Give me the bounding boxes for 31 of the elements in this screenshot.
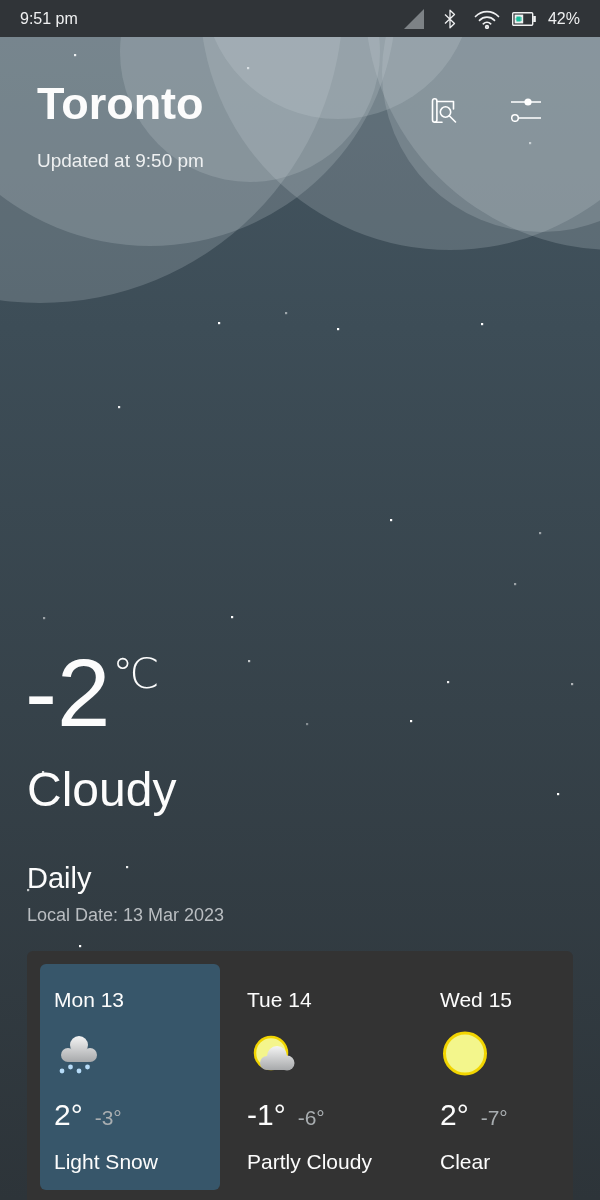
low-temperature: -6° — [297, 1105, 325, 1131]
city-name: Toronto — [37, 77, 204, 131]
day-label: Tue 14 — [247, 987, 312, 1013]
day-condition: Partly Cloudy — [247, 1149, 372, 1175]
map-search-icon[interactable] — [431, 97, 457, 124]
high-temperature: 2° — [54, 1097, 83, 1133]
day-forecast-item[interactable]: Mon 13 2° -3° Light Snow — [40, 964, 220, 1190]
weather-condition: Cloudy — [27, 762, 177, 818]
updated-time: Updated at 9:50 pm — [37, 149, 204, 173]
wifi-icon — [473, 8, 500, 29]
day-label: Wed 15 — [440, 987, 512, 1013]
sun-icon — [440, 1029, 488, 1077]
day-label: Mon 13 — [54, 987, 125, 1013]
low-temperature: -3° — [94, 1105, 122, 1131]
local-date: Local Date: 13 Mar 2023 — [27, 904, 225, 927]
temperature-unit: ℃ — [112, 652, 160, 696]
day-forecast-item[interactable]: Tue 14 -1° -6° Partly Cloudy — [233, 964, 413, 1190]
settings-icon[interactable] — [511, 98, 541, 122]
status-time: 9:51 pm — [20, 9, 78, 27]
current-temperature: -2 — [25, 645, 111, 741]
section-title: Daily — [27, 861, 92, 896]
day-condition: Clear — [440, 1149, 491, 1175]
bluetooth-icon — [443, 8, 456, 29]
high-temperature: -1° — [247, 1097, 286, 1133]
signal-icon — [403, 8, 424, 29]
low-temperature: -7° — [480, 1105, 508, 1131]
day-forecast-item[interactable]: Wed 15 2° -7° Clear — [426, 964, 560, 1190]
day-condition: Light Snow — [54, 1149, 158, 1175]
high-temperature: 2° — [440, 1097, 469, 1133]
battery-percentage: 42% — [547, 9, 580, 28]
battery-icon — [511, 11, 536, 26]
